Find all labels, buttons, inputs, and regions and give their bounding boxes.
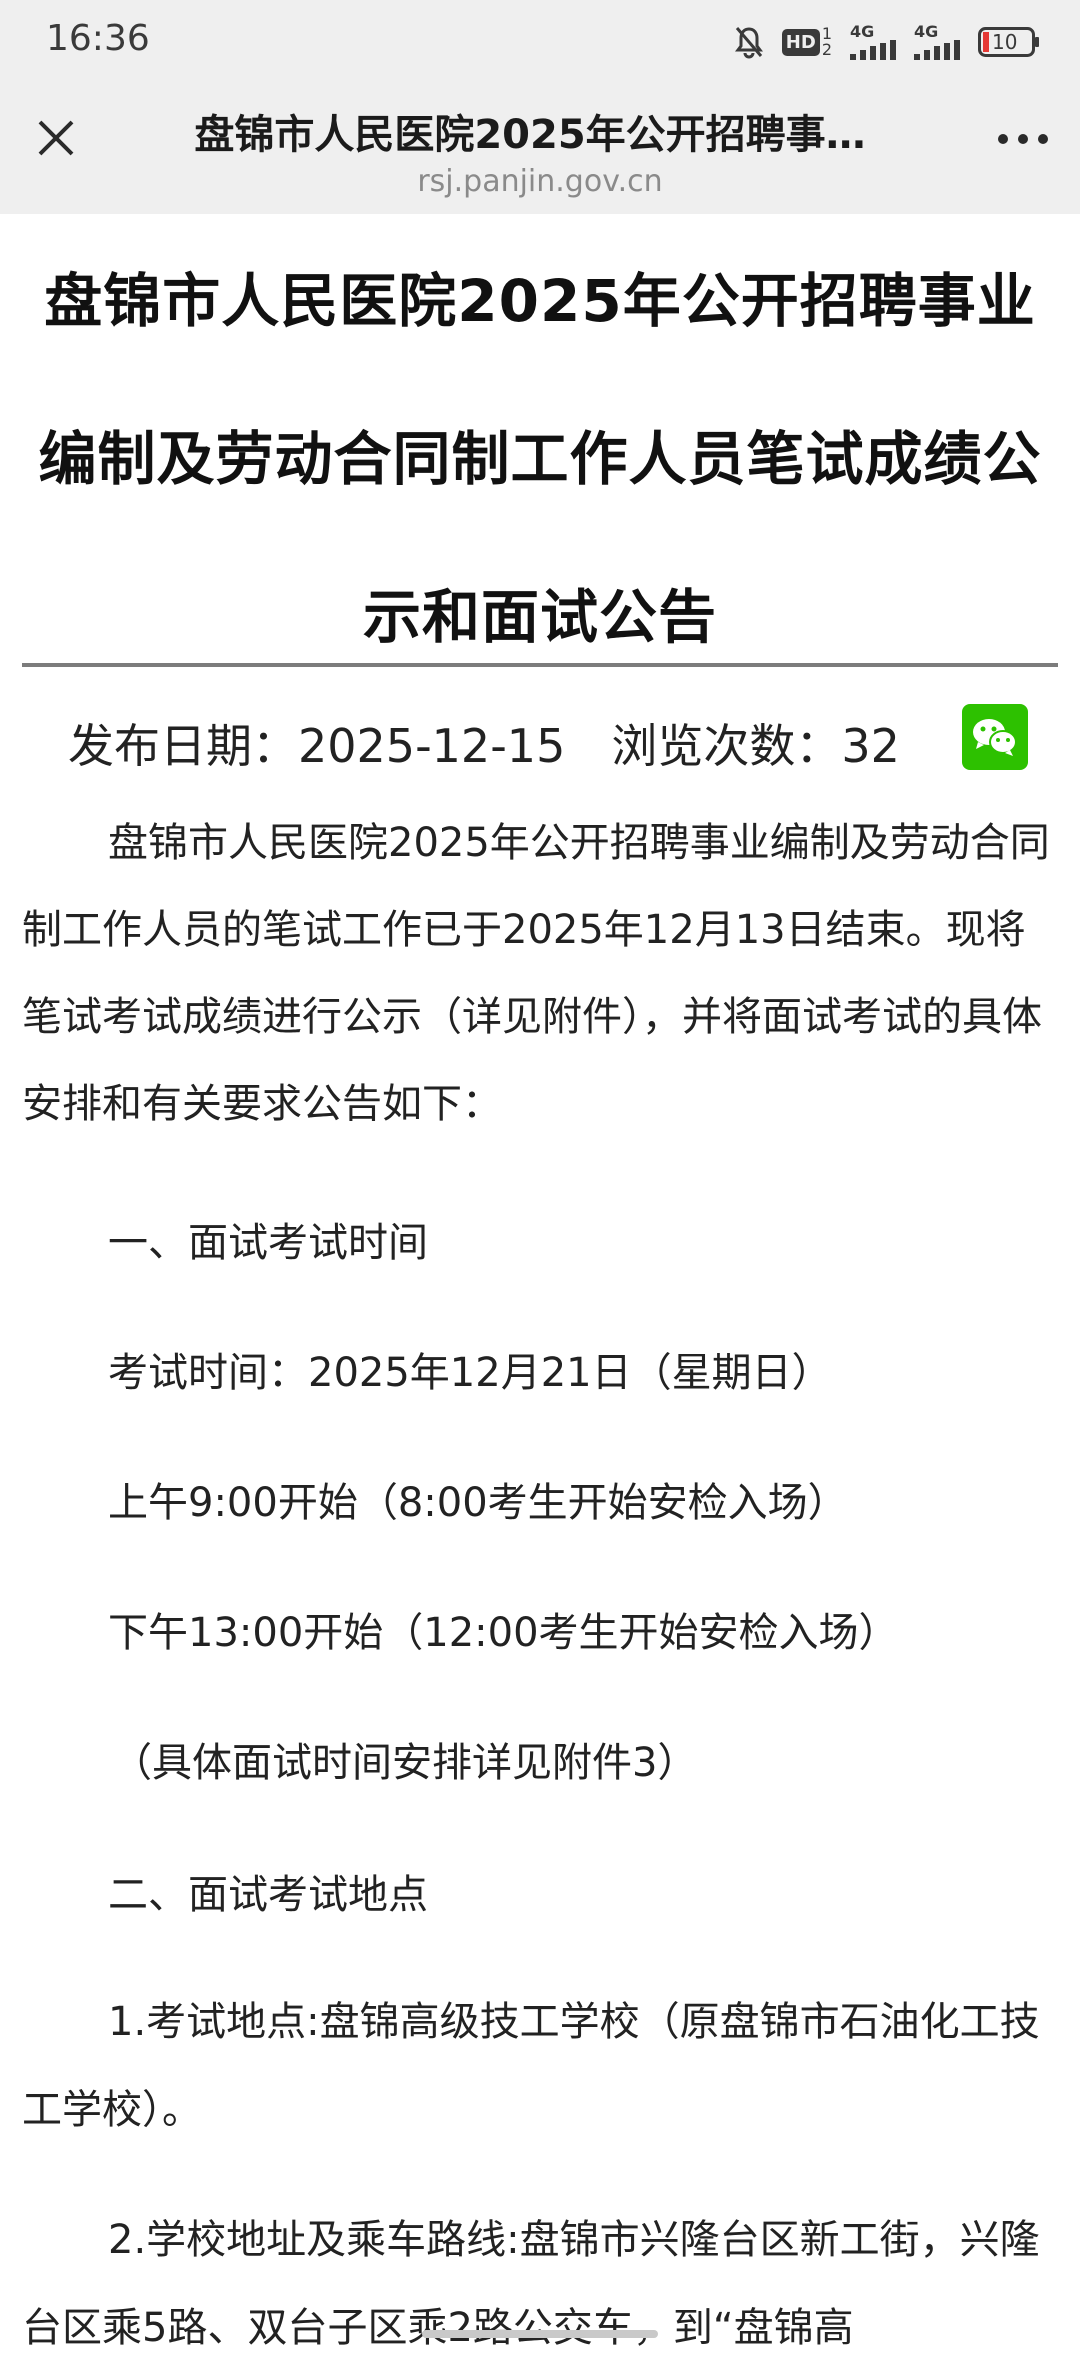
page-title: 盘锦市人民医院2025年公开招聘事… (194, 112, 866, 158)
mute-bell-icon (734, 25, 764, 59)
publish-date: 发布日期：2025-12-15 (68, 719, 566, 773)
school-address: 2.学校地址及乘车路线:盘锦市兴隆台区新工街，兴隆台区乘5路、双台子区乘2路公交… (22, 2217, 1040, 2351)
close-button[interactable] (24, 106, 88, 170)
wechat-icon (973, 719, 1017, 756)
intro-paragraph: 盘锦市人民医院2025年公开招聘事业编制及劳动合同制工作人员的笔试工作已于202… (22, 820, 1050, 1127)
morning-session: 上午9:00开始（8:00考生开始安检入场） (108, 1480, 848, 1526)
article-title: 盘锦市人民医院2025年公开招聘事业编制及劳动合同制工作人员笔试成绩公示和面试公… (38, 267, 1042, 651)
more-button[interactable] (988, 114, 1058, 164)
signal-icon: 4G (850, 24, 896, 60)
more-icon (998, 134, 1048, 144)
view-count: 浏览次数：32 (611, 719, 900, 773)
hd-label: HD (781, 28, 820, 56)
net1-label: 4G (850, 22, 875, 41)
status-icons: HD 12 4G 4G 10 (734, 22, 1040, 62)
hd-icon: HD 12 (781, 26, 832, 58)
home-indicator[interactable] (422, 2330, 658, 2338)
page-url: rsj.panjin.gov.cn (417, 164, 663, 199)
exam-location: 1.考试地点:盘锦高级技工学校（原盘锦市石油化工技工学校）。 (22, 1999, 1040, 2133)
close-icon (38, 120, 74, 156)
signal-icon: 4G (914, 24, 960, 60)
browser-nav-bar: 盘锦市人民医院2025年公开招聘事… rsj.panjin.gov.cn (0, 84, 1080, 214)
status-bar: 16:36 HD 12 4G 4G 10 (0, 0, 1080, 84)
afternoon-session: 下午13:00开始（12:00考生开始安检入场） (108, 1610, 899, 1656)
net2-label: 4G (914, 22, 939, 41)
schedule-note: （具体面试时间安排详见附件3） (112, 1740, 698, 1786)
title-divider (22, 663, 1058, 667)
exam-time: 考试时间：2025年12月21日（星期日） (108, 1350, 832, 1396)
article-meta: 发布日期：2025-12-15 浏览次数：32 (68, 708, 900, 778)
section1-heading: 一、面试考试时间 (108, 1220, 428, 1266)
wechat-share-button[interactable] (962, 704, 1028, 770)
status-time: 16:36 (46, 18, 150, 59)
battery-level: 10 (992, 30, 1018, 54)
section2-heading: 二、面试考试地点 (108, 1872, 428, 1918)
battery-icon: 10 (978, 27, 1040, 57)
